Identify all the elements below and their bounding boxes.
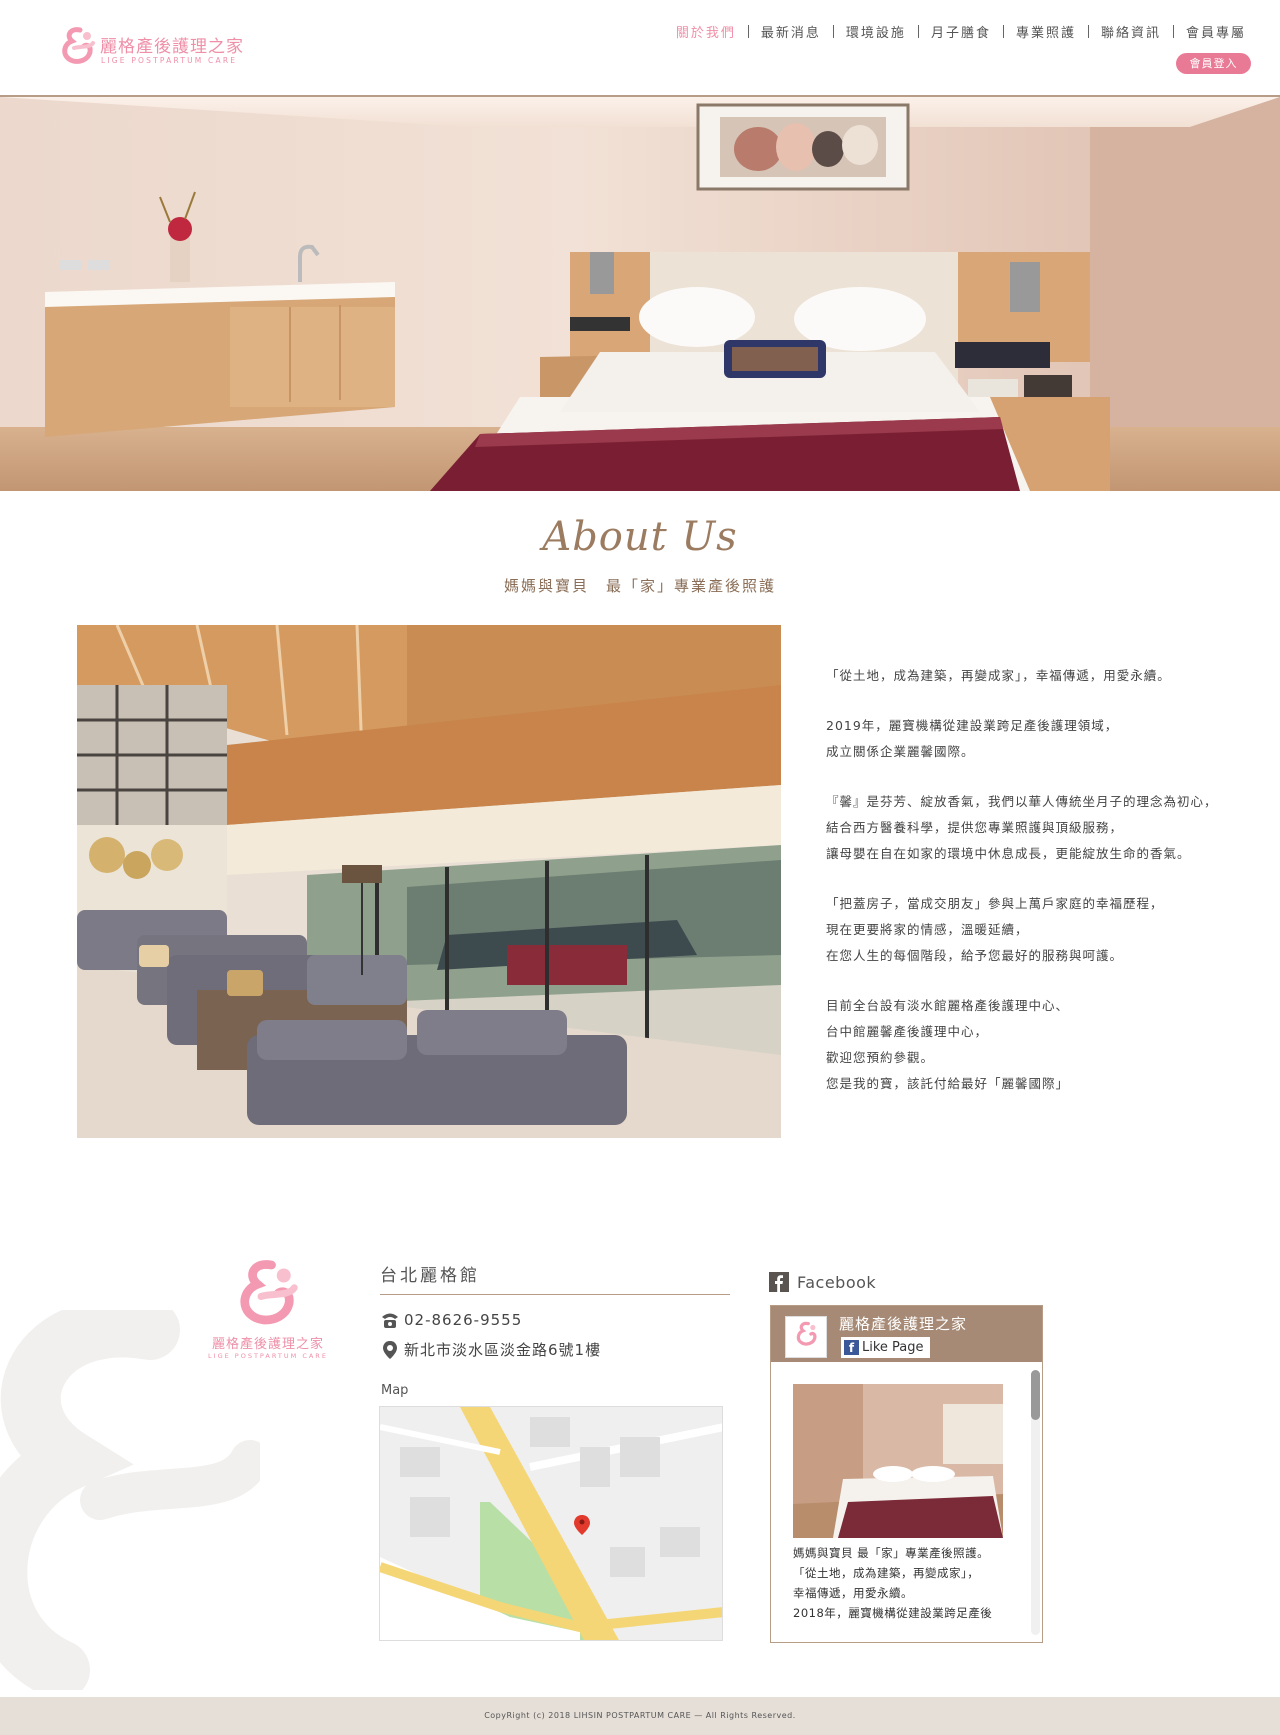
nav-item-about[interactable]: 關於我們 <box>676 22 736 41</box>
location-pin-icon <box>383 1340 397 1359</box>
hero-bedroom-image <box>0 97 1280 491</box>
facebook-post-text: 媽媽與寶貝 最「家」專業產後照護。 「從土地，成為建築，再變成家」， 幸福傳遞，… <box>793 1543 1013 1623</box>
post-line: 幸福傳遞，用愛永續。 <box>793 1586 913 1600</box>
facebook-post-photo[interactable] <box>793 1384 1003 1538</box>
nav-divider <box>747 25 749 38</box>
about-line: 現在更要將家的情感，溫暖延續， <box>826 922 1029 937</box>
about-paragraph: 「把蓋房子，當成交朋友」參與上萬戶家庭的幸福歷程， 現在更要將家的情感，溫暖延續… <box>826 891 1246 969</box>
nav-divider <box>1002 25 1004 38</box>
nav-divider <box>1087 25 1089 38</box>
about-paragraph: 「從土地，成為建築，再變成家」，幸福傳遞，用愛永續。 <box>826 663 1246 689</box>
post-line: 2018年，麗寶機構從建設業跨足產後 <box>793 1606 993 1620</box>
about-line: 讓母嬰在自在如家的環境中休息成長，更能綻放生命的香氣。 <box>826 846 1191 861</box>
about-line: 台中館麗馨產後護理中心， <box>826 1024 989 1039</box>
scrollbar-thumb[interactable] <box>1031 1370 1040 1420</box>
facebook-page-name[interactable]: 麗格產後護理之家 <box>839 1313 967 1334</box>
logo-mark-icon <box>796 1321 817 1346</box>
facebook-section-label: Facebook <box>769 1272 876 1292</box>
logo-subtitle: LIGE POSTPARTUM CARE <box>101 56 238 65</box>
nav-item-facilities[interactable]: 環境設施 <box>846 22 906 41</box>
about-line: 歡迎您預約參觀。 <box>826 1050 935 1065</box>
about-line: 在您人生的每個階段，給予您最好的服務與呵護。 <box>826 948 1124 963</box>
address-text: 新北市淡水區淡金路6號1樓 <box>404 1341 602 1359</box>
copyright-text: CopyRight (c) 2018 LIHSIN POSTPARTUM CAR… <box>484 1711 796 1720</box>
nav-item-care[interactable]: 專業照護 <box>1016 22 1076 41</box>
copyright-bar: CopyRight (c) 2018 LIHSIN POSTPARTUM CAR… <box>0 1697 1280 1735</box>
contact-address: 新北市淡水區淡金路6號1樓 <box>380 1339 601 1360</box>
footer-logo-subtitle: LIGE POSTPARTUM CARE <box>208 1352 328 1360</box>
facebook-page-avatar[interactable] <box>785 1316 827 1358</box>
facebook-feed[interactable]: 媽媽與寶貝 最「家」專業產後照護。 「從土地，成為建築，再變成家」， 幸福傳遞，… <box>771 1362 1042 1642</box>
about-line: 「把蓋房子，當成交朋友」參與上萬戶家庭的幸福歷程， <box>826 896 1164 911</box>
nav-item-news[interactable]: 最新消息 <box>761 22 821 41</box>
footer-logo-name: 麗格產後護理之家 <box>211 1337 324 1352</box>
about-paragraph: 『馨』是芬芳、綻放香氣，我們以華人傳統坐月子的理念為初心， 結合西方醫養科學，提… <box>826 789 1246 867</box>
about-paragraph: 目前全台設有淡水館麗格產後護理中心、 台中館麗馨產後護理中心， 歡迎您預約參觀。… <box>826 993 1246 1097</box>
about-paragraph: 2019年，麗寶機構從建設業跨足產後護理領域， 成立關係企業麗馨國際。 <box>826 713 1246 765</box>
facebook-feed-scrollbar[interactable] <box>1031 1370 1040 1635</box>
about-title: About Us <box>542 514 738 560</box>
facebook-icon <box>769 1272 789 1292</box>
main-nav: 關於我們 最新消息 環境設施 月子膳食 專業照護 聯絡資訊 會員專屬 <box>676 22 1246 41</box>
facebook-like-button[interactable]: f Like Page <box>841 1337 930 1358</box>
post-line: 媽媽與寶貝 最「家」專業產後照護。 <box>793 1546 990 1560</box>
phone-icon <box>382 1313 398 1328</box>
contact-phone[interactable]: 02-8626-9555 <box>380 1310 522 1330</box>
location-map[interactable] <box>379 1406 723 1641</box>
post-line: 「從土地，成為建築，再變成家」， <box>793 1566 980 1580</box>
footer-logo[interactable]: 麗格產後護理之家 LIGE POSTPARTUM CARE <box>208 1258 328 1360</box>
facebook-widget-header: 麗格產後護理之家 f Like Page <box>771 1306 1042 1362</box>
about-line: 『馨』是芬芳、綻放香氣，我們以華人傳統坐月子的理念為初心， <box>826 794 1218 809</box>
facebook-label-text: Facebook <box>797 1272 877 1292</box>
site-header: 麗格產後護理之家 LIGE POSTPARTUM CARE 關於我們 最新消息 … <box>0 0 1280 97</box>
about-subtitle: 媽媽與寶貝 最「家」專業產後照護 <box>503 577 776 595</box>
like-page-label: Like Page <box>862 1340 924 1355</box>
about-line: 結合西方醫養科學，提供您專業照護與頂級服務， <box>826 820 1124 835</box>
facebook-page-widget[interactable]: 麗格產後護理之家 f Like Page 媽媽與寶貝 最「家」專業產後照護。 「… <box>770 1305 1043 1643</box>
logo-mark-icon <box>62 27 95 64</box>
lounge-photo <box>77 625 781 1138</box>
about-line: 2019年，麗寶機構從建設業跨足產後護理領域， <box>826 718 1119 733</box>
about-line: 「從土地，成為建築，再變成家」，幸福傳遞，用愛永續。 <box>826 668 1171 683</box>
logo-name: 麗格產後護理之家 <box>100 37 244 57</box>
about-text: 「從土地，成為建築，再變成家」，幸福傳遞，用愛永續。 2019年，麗寶機構從建設… <box>826 663 1246 1121</box>
branch-title: 台北麗格館 <box>380 1261 730 1295</box>
member-login-button[interactable]: 會員登入 <box>1176 53 1251 74</box>
background-logo-watermark <box>0 1310 260 1690</box>
map-label: Map <box>381 1383 409 1398</box>
nav-item-contact[interactable]: 聯絡資訊 <box>1101 22 1161 41</box>
about-line: 成立關係企業麗馨國際。 <box>826 744 975 759</box>
site-logo[interactable]: 麗格產後護理之家 LIGE POSTPARTUM CARE <box>60 26 250 70</box>
nav-item-meals[interactable]: 月子膳食 <box>931 22 991 41</box>
nav-divider <box>917 25 919 38</box>
about-line: 您是我的寶，該託付給最好「麗馨國際」 <box>826 1076 1070 1091</box>
logo-mark-icon <box>240 1260 298 1325</box>
nav-divider <box>1172 25 1174 38</box>
facebook-f-icon: f <box>844 1340 859 1355</box>
nav-item-members[interactable]: 會員專屬 <box>1186 22 1246 41</box>
about-line: 目前全台設有淡水館麗格產後護理中心、 <box>826 998 1070 1013</box>
nav-divider <box>832 25 834 38</box>
phone-number: 02-8626-9555 <box>404 1311 523 1329</box>
